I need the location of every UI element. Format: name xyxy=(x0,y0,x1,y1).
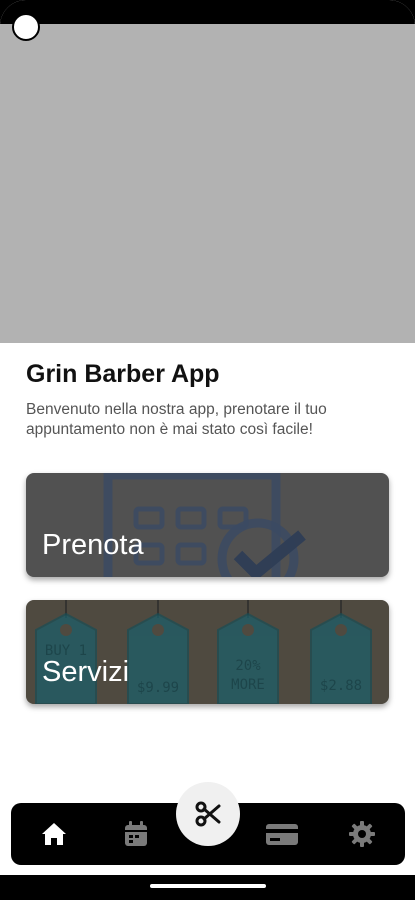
servizi-card[interactable]: BUY 1 $9.99 20% MORE $2.88 Servizi xyxy=(26,600,389,704)
prenota-card[interactable]: Prenota xyxy=(26,473,389,577)
calendar-icon xyxy=(125,821,147,846)
gear-icon xyxy=(349,821,375,847)
welcome-text: Benvenuto nella nostra app, prenotare il… xyxy=(26,401,327,438)
nav-payments[interactable] xyxy=(265,819,298,849)
page-title: Grin Barber App xyxy=(26,360,220,388)
book-haircut-button[interactable] xyxy=(176,782,240,846)
home-icon xyxy=(42,823,66,845)
app-screen: Grin Barber App Benvenuto nella nostra a… xyxy=(0,0,415,900)
servizi-label: Servizi xyxy=(42,656,130,688)
camera-cutout xyxy=(12,13,40,41)
nav-home[interactable] xyxy=(39,819,69,849)
nav-calendar[interactable] xyxy=(121,819,151,849)
status-bar xyxy=(0,0,415,24)
hero-image xyxy=(0,24,415,343)
nav-settings[interactable] xyxy=(347,819,377,849)
prenota-label: Prenota xyxy=(42,529,144,561)
scissors-icon xyxy=(195,801,221,827)
credit-card-icon xyxy=(266,824,298,845)
home-indicator[interactable] xyxy=(150,884,266,888)
